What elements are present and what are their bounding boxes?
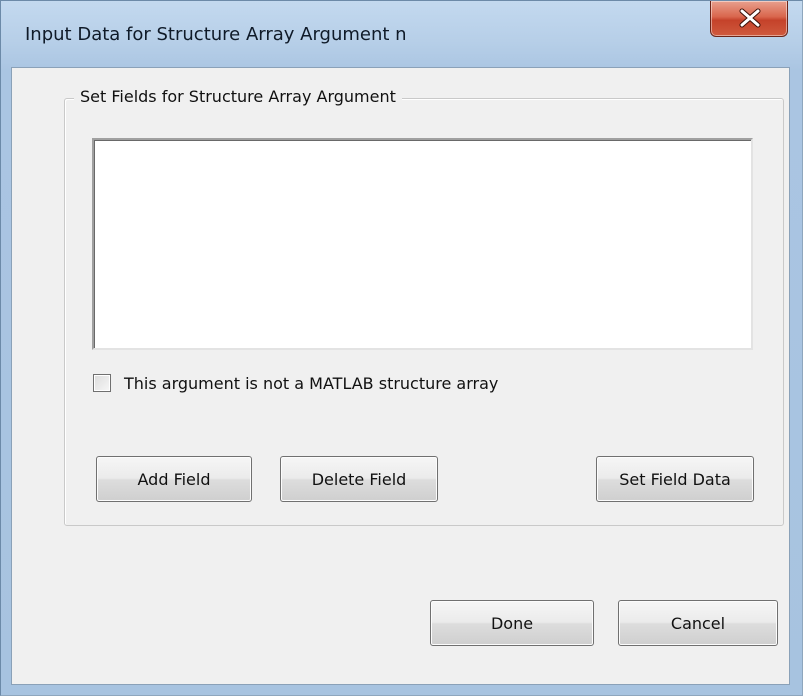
window-title: Input Data for Structure Array Argument … bbox=[25, 24, 407, 45]
dialog-window: Input Data for Structure Array Argument … bbox=[0, 0, 803, 696]
close-icon bbox=[739, 8, 761, 28]
add-field-button[interactable]: Add Field bbox=[96, 456, 252, 502]
set-field-data-button[interactable]: Set Field Data bbox=[596, 456, 754, 502]
dialog-body: Set Fields for Structure Array Argument … bbox=[11, 67, 790, 685]
not-structure-checkbox-row[interactable]: This argument is not a MATLAB structure … bbox=[93, 371, 498, 395]
not-structure-checkbox-label[interactable]: This argument is not a MATLAB structure … bbox=[124, 374, 498, 393]
groupbox-title: Set Fields for Structure Array Argument bbox=[74, 87, 402, 106]
done-button[interactable]: Done bbox=[430, 600, 594, 646]
cancel-button[interactable]: Cancel bbox=[618, 600, 778, 646]
delete-field-button[interactable]: Delete Field bbox=[280, 456, 438, 502]
fields-listbox[interactable] bbox=[92, 138, 753, 350]
title-bar: Input Data for Structure Array Argument … bbox=[1, 1, 802, 67]
close-button[interactable] bbox=[710, 1, 788, 37]
not-structure-checkbox[interactable] bbox=[93, 374, 111, 392]
